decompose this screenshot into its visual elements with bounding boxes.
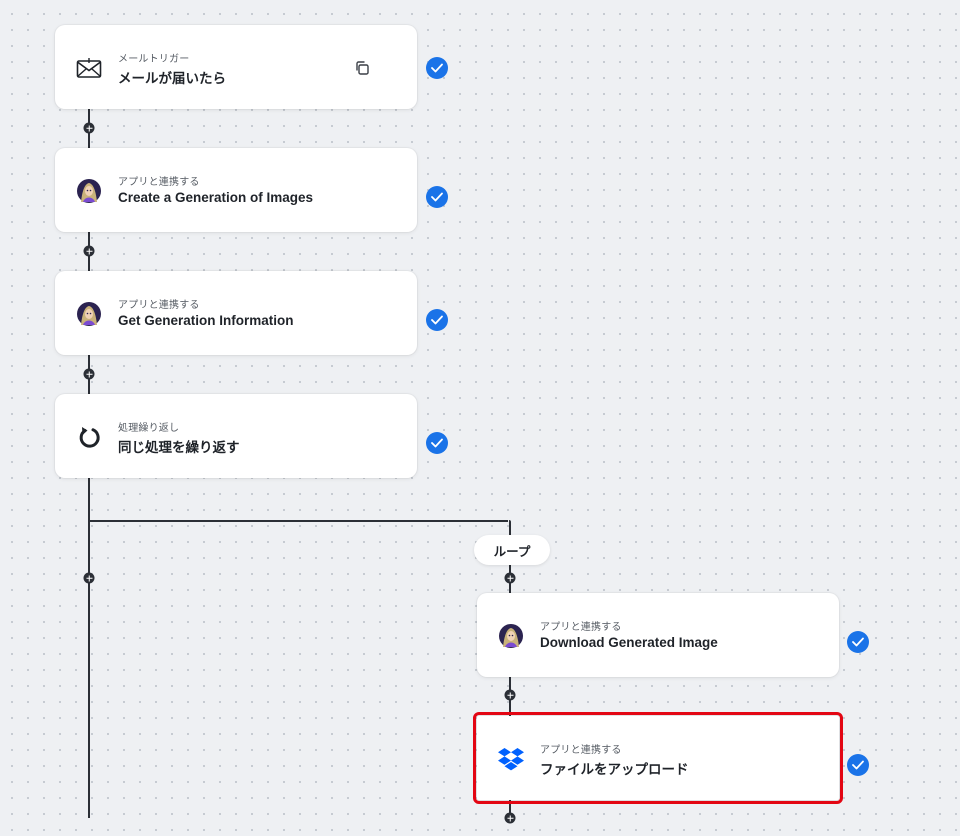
- step-category: アプリと連携する: [118, 300, 200, 311]
- add-step-button[interactable]: [504, 689, 516, 701]
- loop-arrow-icon: [75, 423, 103, 451]
- add-step-button[interactable]: [83, 245, 95, 257]
- step-complete-check-icon: [847, 754, 869, 776]
- step-card-repeat[interactable]: 処理繰り返し 同じ処理を繰り返す: [55, 394, 417, 478]
- step-complete-check-icon: [426, 432, 448, 454]
- envelope-icon: [75, 54, 103, 82]
- step-category: アプリと連携する: [540, 745, 622, 756]
- add-step-button[interactable]: [83, 122, 95, 134]
- step-complete-check-icon: [847, 631, 869, 653]
- ai-avatar-icon: [75, 300, 103, 328]
- ai-avatar-icon: [497, 622, 525, 650]
- step-card-email-trigger[interactable]: メールトリガー メールが届いたら: [55, 25, 417, 109]
- loop-branch-connector: [88, 520, 508, 522]
- step-title: ファイルをアップロード: [540, 762, 689, 777]
- step-card-create-generation[interactable]: アプリと連携する Create a Generation of Images: [55, 148, 417, 232]
- ai-avatar-icon: [75, 177, 103, 205]
- step-title: Create a Generation of Images: [118, 190, 314, 205]
- step-category: アプリと連携する: [118, 177, 200, 188]
- step-complete-check-icon: [426, 186, 448, 208]
- loop-label[interactable]: ループ: [474, 535, 550, 565]
- workflow-canvas: メールトリガー メールが届いたら アプリと連携する Create a Gener…: [0, 0, 960, 836]
- dropbox-icon: [497, 745, 525, 773]
- step-complete-check-icon: [426, 309, 448, 331]
- step-title: Get Generation Information: [118, 313, 294, 328]
- step-category: メールトリガー: [118, 54, 190, 65]
- step-category: アプリと連携する: [540, 622, 622, 633]
- step-card-download-image[interactable]: アプリと連携する Download Generated Image: [477, 593, 839, 677]
- step-title: 同じ処理を繰り返す: [118, 440, 240, 455]
- step-title: メールが届いたら: [118, 71, 226, 86]
- step-complete-check-icon: [426, 57, 448, 79]
- copy-icon[interactable]: [354, 60, 370, 76]
- add-step-button[interactable]: [504, 572, 516, 584]
- add-step-button[interactable]: [83, 572, 95, 584]
- step-category: 処理繰り返し: [118, 423, 180, 434]
- add-step-button[interactable]: [83, 368, 95, 380]
- add-step-button[interactable]: [504, 812, 516, 824]
- loop-branch-corner: [509, 520, 511, 536]
- step-card-upload-file[interactable]: アプリと連携する ファイルをアップロード: [473, 712, 843, 804]
- step-title: Download Generated Image: [540, 635, 718, 650]
- step-card-get-generation-info[interactable]: アプリと連携する Get Generation Information: [55, 271, 417, 355]
